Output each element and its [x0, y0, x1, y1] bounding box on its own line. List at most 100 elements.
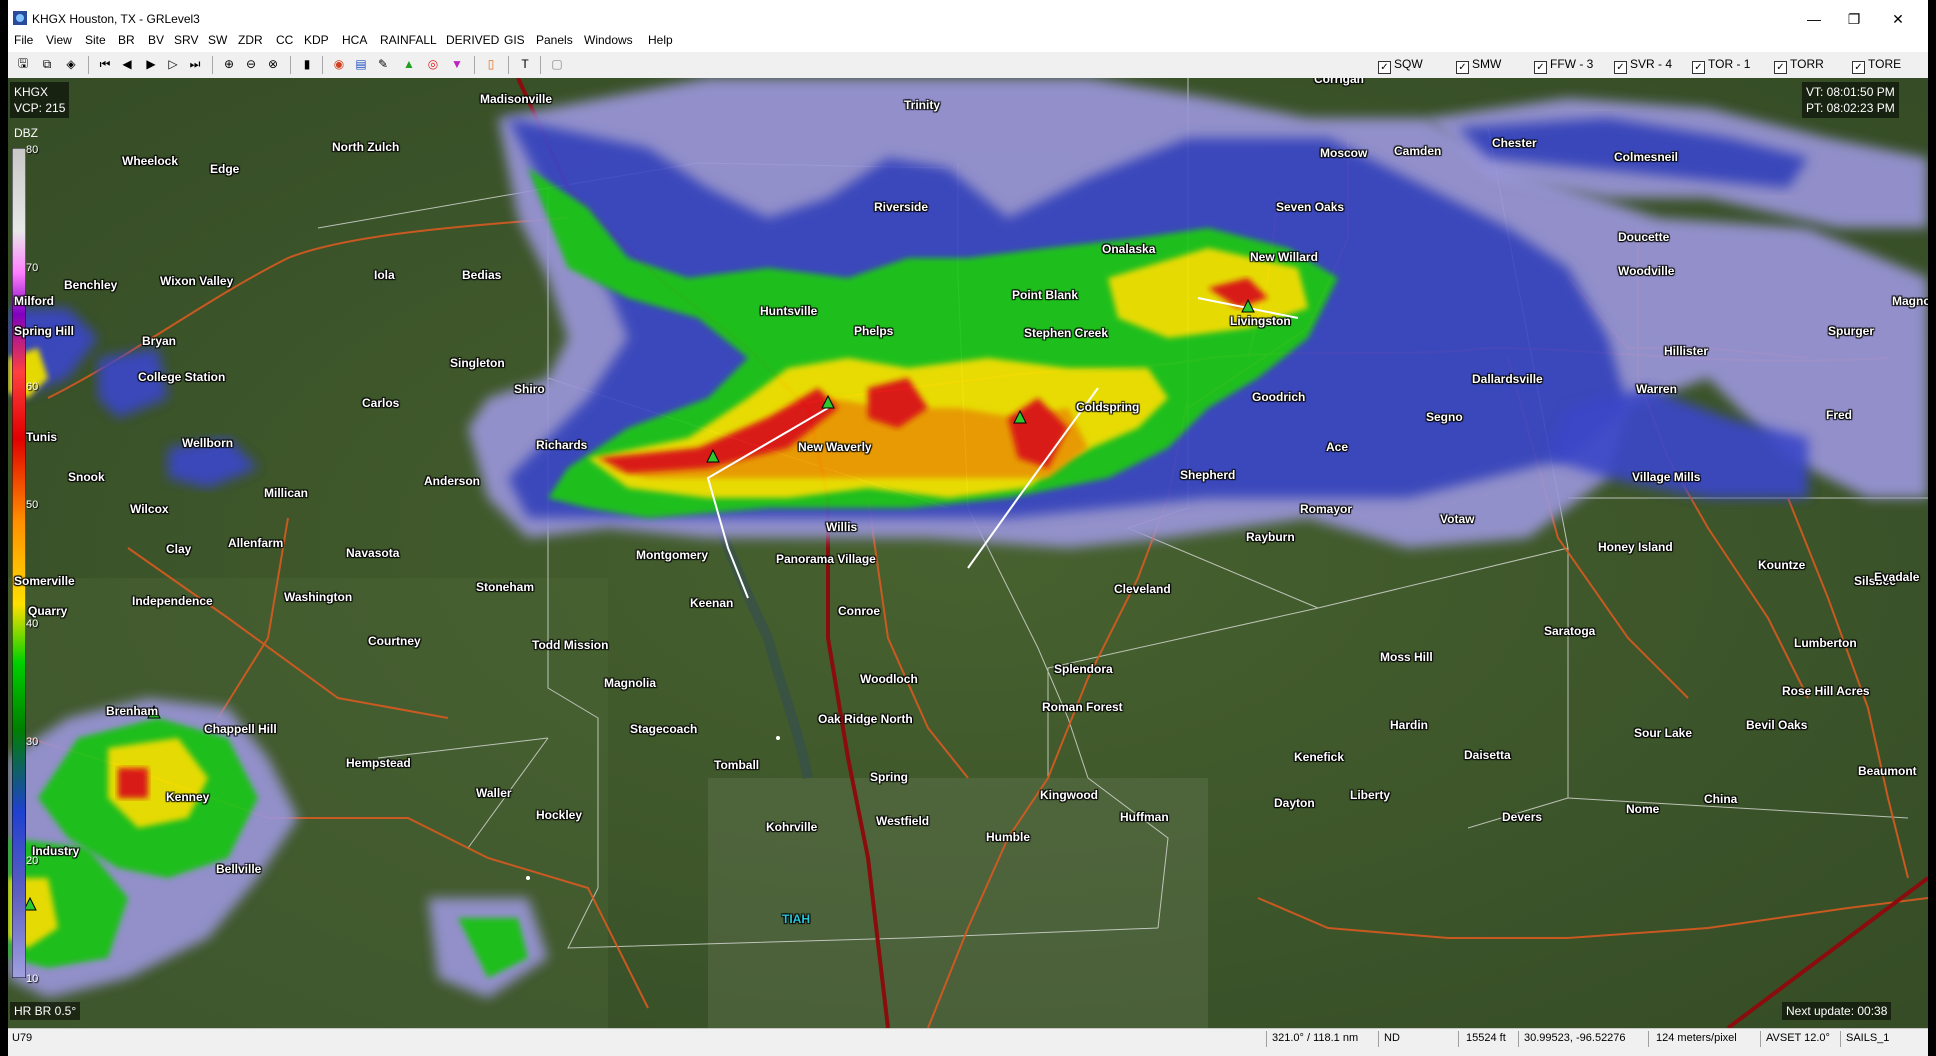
cursor-icon[interactable]: ▮	[298, 55, 316, 73]
city-label: Kohrville	[766, 820, 818, 834]
status-height: 15524 ft	[1466, 1032, 1506, 1044]
zoom-reset-icon[interactable]: ⊗	[264, 55, 282, 73]
warning-icon[interactable]: ▯	[482, 55, 500, 73]
city-label: Carlos	[362, 396, 400, 410]
city-label: Votaw	[1440, 512, 1475, 526]
toggle-svr[interactable]: ✓ SVR - 4	[1614, 57, 1672, 74]
menu-file[interactable]: File	[14, 33, 33, 47]
menu-derived[interactable]: DERIVED	[446, 33, 499, 47]
city-label: Anderson	[424, 474, 481, 488]
close-button[interactable]: ✕	[1880, 6, 1916, 32]
city-label: Courtney	[368, 634, 421, 648]
menu-cc[interactable]: CC	[276, 33, 293, 47]
toggle-tore[interactable]: ✓ TORE	[1852, 57, 1901, 74]
menu-hca[interactable]: HCA	[342, 33, 367, 47]
airport-tiah[interactable]: TIAH	[782, 912, 810, 926]
text-icon[interactable]: T	[516, 55, 534, 73]
toggle-tor[interactable]: ✓ TOR - 1	[1692, 57, 1750, 74]
meso-icon[interactable]: ◎	[424, 55, 442, 73]
city-label: Todd Mission	[532, 638, 609, 652]
next-update: Next update: 00:38	[1782, 1002, 1892, 1020]
city-label: Iola	[374, 268, 395, 282]
valid-time: VT: 08:01:50 PM	[1806, 85, 1895, 99]
menu-help[interactable]: Help	[648, 33, 673, 47]
menu-panels[interactable]: Panels	[536, 33, 573, 47]
city-label: Riverside	[874, 200, 929, 214]
tvs-icon[interactable]: ▲	[400, 55, 418, 73]
menu-bar: File View Site BR BV SRV SW ZDR CC KDP H…	[8, 30, 1928, 52]
checkbox-icon: ✓	[1534, 61, 1547, 74]
city-label: Rose Hill Acres	[1782, 684, 1870, 698]
city-label: Kountze	[1758, 558, 1806, 572]
checkbox-icon: ✓	[1456, 61, 1469, 74]
city-label: Millican	[264, 486, 309, 500]
copy-icon[interactable]: ⧉	[38, 55, 56, 73]
city-label: Rayburn	[1246, 530, 1295, 544]
city-label: Goodrich	[1252, 390, 1306, 404]
city-label: Brenham	[106, 704, 159, 718]
last-frame-icon[interactable]: ⏭	[186, 55, 204, 73]
layers-icon[interactable]: ▤	[352, 55, 370, 73]
radar-map[interactable]: 80 70 60 50 40 30 20 10 KHGX VCP: 215 DB…	[8, 78, 1928, 1028]
menu-zdr[interactable]: ZDR	[238, 33, 263, 47]
status-road: U79	[12, 1032, 33, 1044]
menu-srv[interactable]: SRV	[174, 33, 198, 47]
product-label: HR BR 0.5°	[10, 1002, 81, 1020]
measure-icon[interactable]: ✎	[374, 55, 392, 73]
hail-icon[interactable]: ▼	[448, 55, 466, 73]
toggle-torr[interactable]: ✓ TORR	[1774, 57, 1824, 74]
city-label: Colmesneil	[1614, 150, 1679, 164]
city-label: Romayor	[1300, 502, 1353, 516]
play-icon[interactable]: ▶	[142, 55, 160, 73]
minimize-button[interactable]: —	[1796, 6, 1832, 32]
next-frame-icon[interactable]: ▷	[164, 55, 182, 73]
city-label: Lumberton	[1794, 636, 1857, 650]
status-sails: SAILS_1	[1846, 1032, 1890, 1044]
zoom-out-icon[interactable]: ⊖	[242, 55, 260, 73]
city-label: Bedias	[462, 268, 502, 282]
menu-gis[interactable]: GIS	[504, 33, 525, 47]
city-label: Dayton	[1274, 796, 1315, 810]
menu-bv[interactable]: BV	[148, 33, 164, 47]
city-label: Industry	[32, 844, 80, 858]
panel-icon[interactable]: ▢	[548, 55, 566, 73]
city-label: Bevil Oaks	[1746, 718, 1808, 732]
city-label: Shiro	[514, 382, 545, 396]
color-icon[interactable]: ◈	[62, 55, 80, 73]
city-label: Snook	[68, 470, 105, 484]
menu-site[interactable]: Site	[85, 33, 106, 47]
vcp-label: VCP: 215	[14, 101, 66, 115]
menu-rainfall[interactable]: RAINFALL	[380, 33, 437, 47]
maximize-button[interactable]: ❐	[1836, 6, 1872, 32]
menu-sw[interactable]: SW	[208, 33, 227, 47]
menu-windows[interactable]: Windows	[584, 33, 633, 47]
zoom-in-icon[interactable]: ⊕	[220, 55, 238, 73]
city-label: Huntsville	[760, 304, 818, 318]
prev-frame-icon[interactable]: ◀	[118, 55, 136, 73]
first-frame-icon[interactable]: ⏮	[96, 55, 114, 73]
city-label: Bellville	[216, 862, 262, 876]
city-label: Stephen Creek	[1024, 326, 1109, 340]
city-label: Edge	[210, 162, 240, 176]
toggle-sqw[interactable]: ✓ SQW	[1378, 57, 1423, 74]
city-label: Segno	[1426, 410, 1463, 424]
app-icon	[13, 11, 27, 25]
storm-icon[interactable]: ◉	[330, 55, 348, 73]
city-label: Spurger	[1828, 324, 1875, 338]
city-label: Phelps	[854, 324, 894, 338]
menu-kdp[interactable]: KDP	[304, 33, 329, 47]
save-icon[interactable]: 🖫	[14, 55, 32, 73]
app-window: KHGX Houston, TX - GRLevel3 — ❐ ✕ File V…	[8, 0, 1928, 1056]
toggle-smw[interactable]: ✓ SMW	[1456, 57, 1501, 74]
menu-view[interactable]: View	[46, 33, 72, 47]
city-label: Magnolia Springs	[1892, 294, 1928, 308]
toggle-ffw[interactable]: ✓ FFW - 3	[1534, 57, 1593, 74]
city-label: Livingston	[1230, 314, 1291, 328]
city-label: Camden	[1394, 144, 1442, 158]
city-label: Evadale	[1874, 570, 1920, 584]
colorbar-tick-30: 30	[26, 736, 39, 748]
city-label: Clay	[166, 542, 192, 556]
city-label: Liberty	[1350, 788, 1391, 802]
menu-br[interactable]: BR	[118, 33, 135, 47]
city-label: Washington	[284, 590, 353, 604]
